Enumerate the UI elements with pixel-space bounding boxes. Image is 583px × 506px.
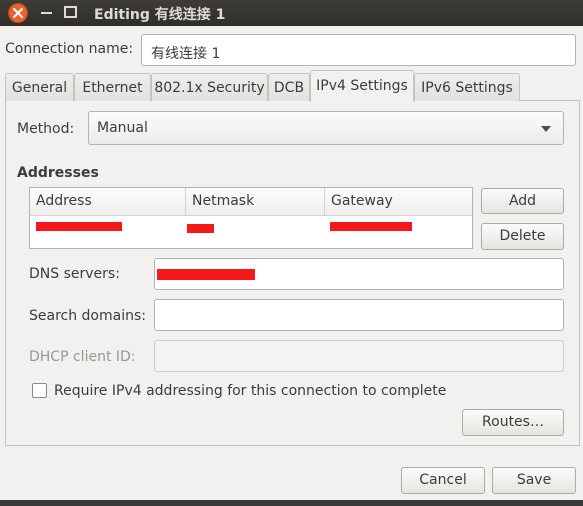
title-bar: Editing 有线连接 1 — [0, 0, 583, 26]
addresses-table[interactable]: Address Netmask Gateway — [29, 187, 473, 249]
table-header: Address Netmask Gateway — [30, 188, 472, 216]
routes-button[interactable]: Routes… — [462, 409, 564, 436]
column-address[interactable]: Address — [30, 188, 185, 215]
redacted-gateway — [330, 222, 412, 231]
dhcp-client-id-field — [154, 340, 564, 372]
cancel-button[interactable]: Cancel — [401, 467, 485, 494]
window-close-button[interactable] — [8, 3, 28, 23]
maximize-icon — [64, 6, 77, 18]
maximize-button[interactable] — [62, 4, 80, 26]
method-combo[interactable]: Manual — [88, 111, 564, 145]
redacted-address — [36, 222, 122, 231]
close-icon — [13, 8, 23, 18]
require-ipv4-checkbox[interactable] — [32, 383, 47, 398]
add-button[interactable]: Add — [481, 188, 564, 214]
column-gateway[interactable]: Gateway — [324, 188, 472, 215]
chevron-down-icon — [541, 126, 551, 132]
redacted-netmask — [187, 224, 214, 233]
minimize-icon — [41, 12, 52, 14]
require-ipv4-label[interactable]: Require IPv4 addressing for this connect… — [54, 383, 446, 399]
dns-servers-label: DNS servers: — [29, 266, 120, 282]
delete-button[interactable]: Delete — [481, 223, 564, 250]
connection-name-field[interactable]: 有线连接 1 — [141, 34, 576, 66]
connection-name-label: Connection name: — [5, 41, 134, 57]
window-title: Editing 有线连接 1 — [94, 7, 226, 23]
table-row[interactable] — [30, 216, 472, 236]
tab-general[interactable]: General — [5, 73, 74, 101]
search-domains-label: Search domains: — [29, 308, 146, 324]
desktop-strip — [0, 500, 583, 506]
minimize-button[interactable] — [38, 4, 56, 26]
addresses-heading: Addresses — [17, 165, 99, 181]
tab-ipv4-settings[interactable]: IPv4 Settings — [310, 70, 414, 102]
dhcp-client-id-label: DHCP client ID: — [29, 349, 136, 365]
column-netmask[interactable]: Netmask — [185, 188, 324, 215]
tab-ethernet[interactable]: Ethernet — [74, 73, 151, 101]
method-label: Method: — [17, 121, 75, 137]
tab-ipv6-settings[interactable]: IPv6 Settings — [414, 73, 520, 101]
method-value: Manual — [97, 120, 148, 136]
dns-servers-field[interactable] — [154, 258, 564, 290]
connection-name-value: 有线连接 1 — [151, 46, 221, 62]
redacted-dns-servers — [157, 269, 255, 280]
tab-8021x-security[interactable]: 802.1x Security — [151, 73, 268, 101]
save-button[interactable]: Save — [492, 467, 576, 494]
search-domains-field[interactable] — [154, 299, 564, 331]
tab-dcb[interactable]: DCB — [268, 73, 310, 101]
